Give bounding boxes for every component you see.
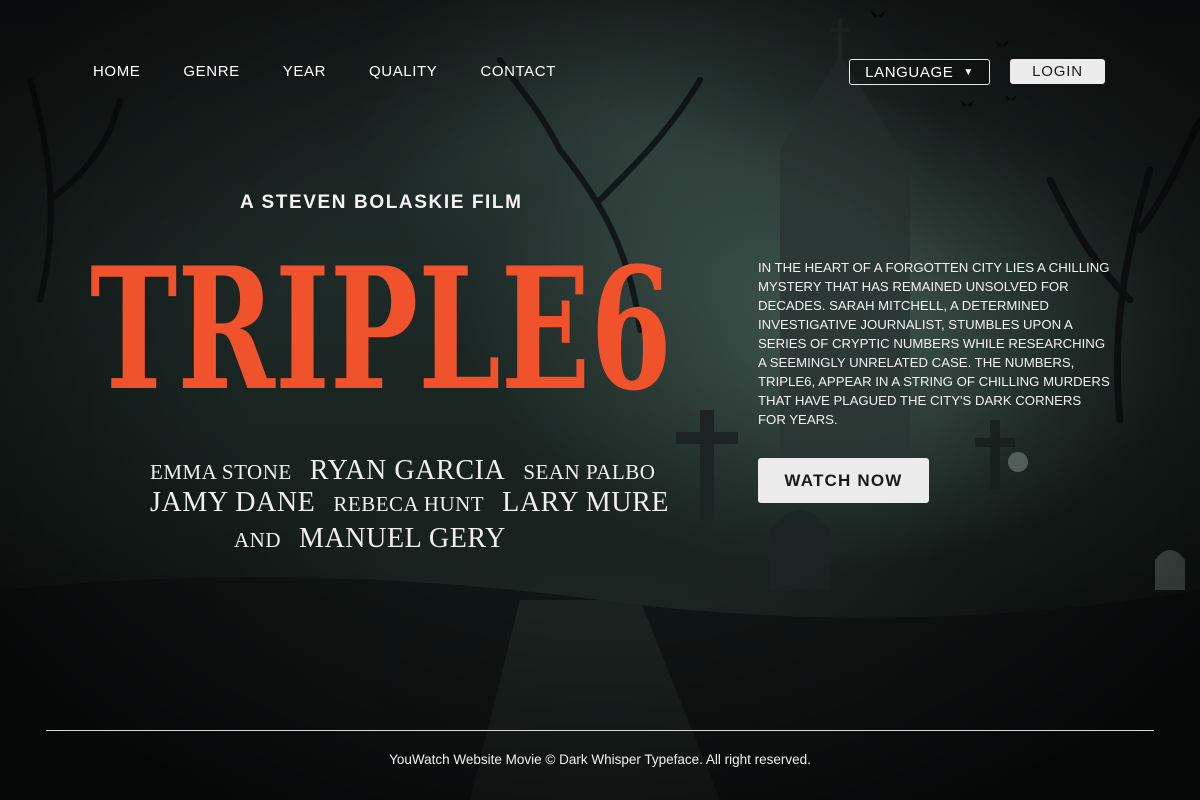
cast-member: LARY MURE (502, 487, 670, 518)
cast-member: EMMA STONE (150, 460, 292, 484)
cast-conjunction: AND (233, 528, 281, 552)
footer-copyright: YouWatch Website Movie © Dark Whisper Ty… (389, 752, 811, 767)
language-dropdown[interactable]: LANGUAGE ▼ (849, 59, 990, 85)
cast-line-2: JAMY DANE REBECA HUNT LARY MURE (150, 487, 668, 519)
nav-genre[interactable]: GENRE (183, 60, 239, 84)
movie-title-art: TRIPLE6 (90, 230, 672, 428)
nav-contact[interactable]: CONTACT (480, 60, 556, 84)
cast-line-3: AND MANUEL GERY (150, 523, 590, 555)
caret-down-icon: ▼ (963, 66, 974, 78)
film-credit-tagline: A STEVEN BOLASKIE FILM (240, 192, 523, 213)
footer-divider (46, 730, 1154, 731)
login-button[interactable]: LOGIN (1010, 59, 1105, 84)
movie-synopsis: IN THE HEART OF A FORGOTTEN CITY LIES A … (758, 260, 1110, 427)
movie-title: TRIPLE6 (85, 228, 685, 468)
movie-title-text: TRIPLE6 (90, 230, 672, 428)
cast-member: REBECA HUNT (333, 492, 485, 516)
nav-year[interactable]: YEAR (283, 60, 326, 84)
nav-home[interactable]: HOME (93, 60, 140, 84)
cast-line-1: EMMA STONE RYAN GARCIA SEAN PALBO (150, 455, 655, 487)
gravestones (676, 410, 1185, 590)
watch-now-button[interactable]: WATCH NOW (758, 458, 929, 503)
cast-member: JAMY DANE (150, 487, 316, 518)
main-nav: HOME GENRE YEAR QUALITY CONTACT (93, 60, 599, 84)
language-label: LANGUAGE (865, 63, 954, 81)
nav-quality[interactable]: QUALITY (369, 60, 437, 84)
cast-member: RYAN GARCIA (309, 455, 506, 486)
cast-member: MANUEL GERY (298, 523, 506, 554)
cast-member: SEAN PALBO (523, 460, 656, 484)
